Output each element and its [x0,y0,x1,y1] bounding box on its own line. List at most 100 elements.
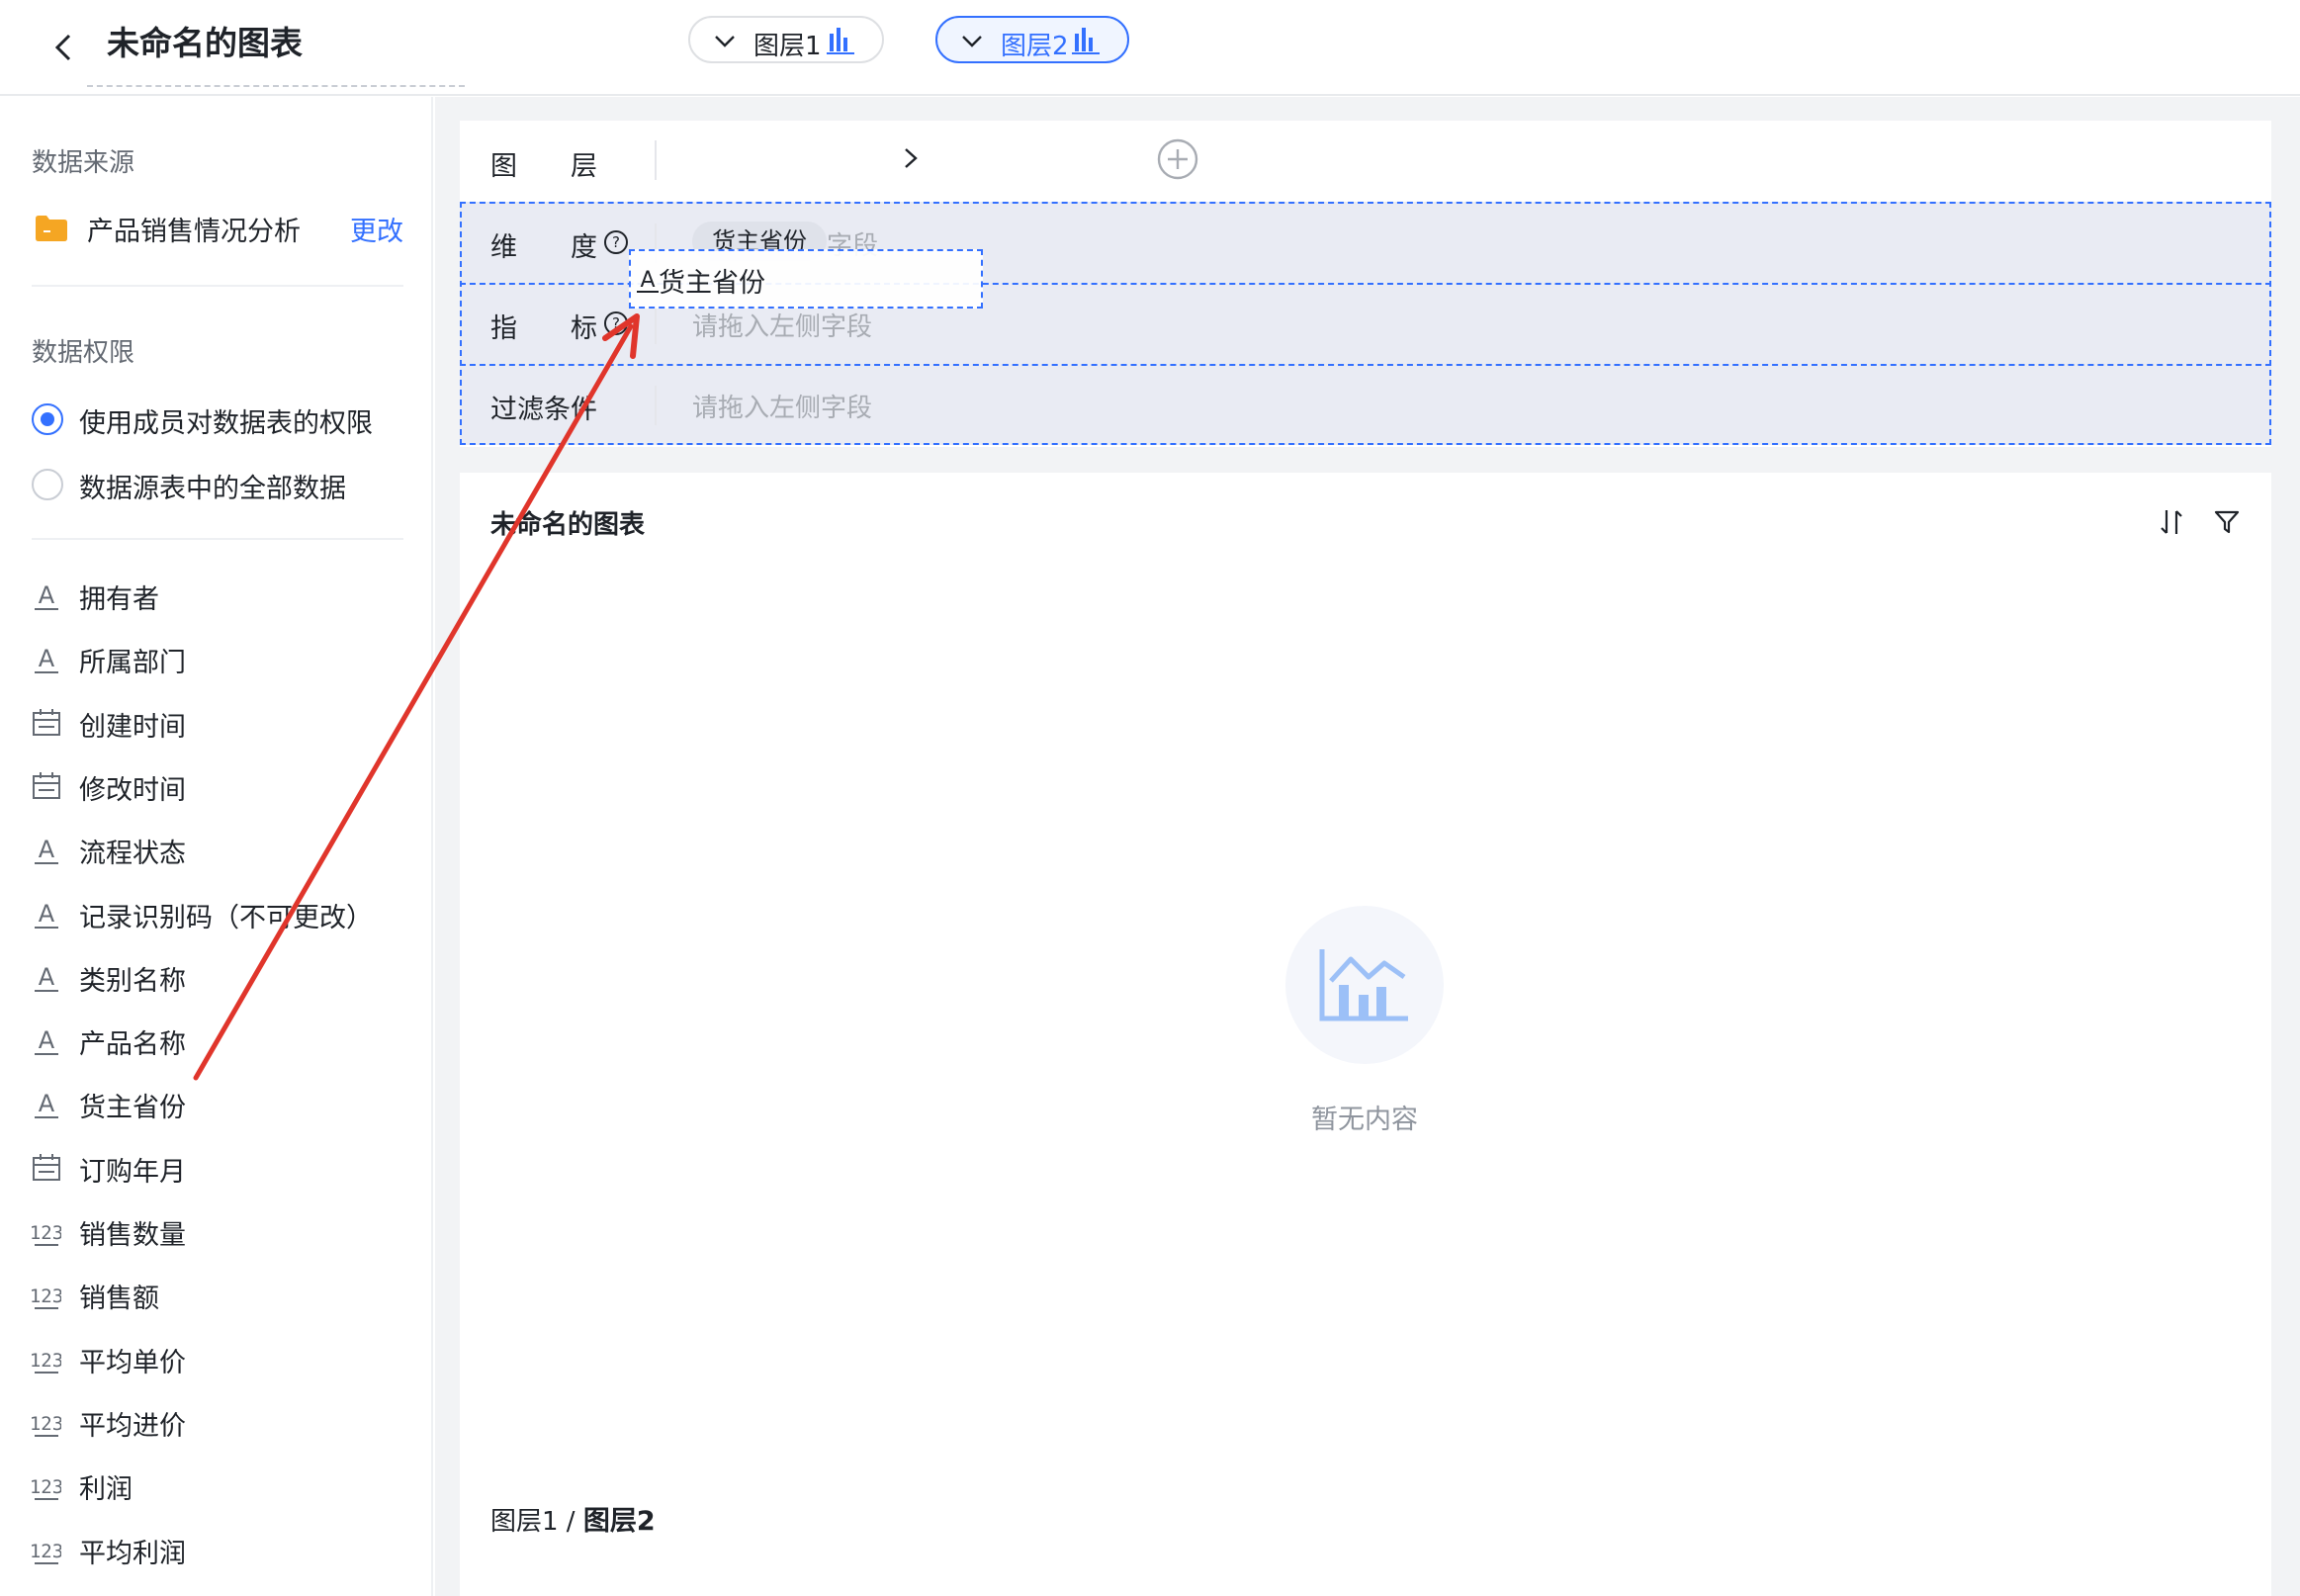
svg-text:A: A [39,581,55,609]
field-item[interactable]: 123 平均进价 [32,1400,417,1444]
sort-icon[interactable] [2156,506,2187,538]
field-label: 销售数量 [79,1220,186,1251]
field-item[interactable]: A 拥有者 [32,574,417,617]
separator [655,140,657,180]
chart-title: 未命名的图表 [490,510,646,540]
drop-divider [460,364,2271,366]
svg-text:123: 123 [32,1541,61,1562]
header-bar: 未命名的图表 [0,0,2300,96]
chevron-right-icon [905,148,918,168]
field-label: 产品名称 [79,1029,186,1061]
permission-option-label: 使用成员对数据表的权限 [79,408,373,439]
breadcrumb-separator: / [558,1507,583,1537]
svg-text:?: ? [612,314,620,332]
field-label: 平均单价 [79,1347,186,1378]
permission-option-member[interactable]: 使用成员对数据表的权限 [32,399,417,439]
date-field-icon [33,771,60,799]
dragging-field-label: 货主省份 [659,268,765,299]
metric-label: 指 标 [490,313,597,344]
field-label: 创建时间 [79,711,186,743]
permission-heading: 数据权限 [32,338,135,368]
layer-tab-2[interactable]: 图层2 [935,16,1129,63]
folder-icon [36,216,67,241]
filter-placeholder: 请拖入左侧字段 [692,394,873,423]
divider [32,285,403,287]
field-label: 利润 [79,1474,133,1506]
svg-text:123: 123 [32,1476,61,1498]
bar-chart-icon [827,28,854,54]
layer-tab-label: 图层1 [753,32,822,61]
number-field-icon: 123 [32,1541,61,1564]
date-field-icon [33,1153,60,1181]
field-item[interactable]: 123 利润 [32,1463,417,1507]
filter-label: 过滤条件 [490,395,597,425]
field-item[interactable]: A 所属部门 [32,637,417,680]
svg-text:A: A [640,268,655,293]
text-field-icon: A [35,1026,58,1056]
field-item[interactable]: A 类别名称 [32,955,417,999]
field-item[interactable]: A 记录识别码（不可更改） [32,892,417,935]
field-item[interactable]: 修改时间 [32,764,417,808]
text-field-icon: A [35,900,58,929]
help-icon[interactable]: ? [603,310,629,336]
permission-option-all[interactable]: 数据源表中的全部数据 [32,465,417,504]
permission-option-label: 数据源表中的全部数据 [79,474,346,504]
layer-tab-1[interactable]: 图层1 [688,16,884,63]
empty-chart-icon [1319,949,1408,1021]
field-label: 记录识别码（不可更改） [79,902,373,933]
field-label: 销售额 [79,1284,159,1315]
chevron-down-icon[interactable] [961,30,983,51]
svg-text:A: A [39,900,55,928]
layer-row [460,121,2271,202]
breadcrumb-layer1[interactable]: 图层1 [490,1507,559,1537]
empty-state-text: 暂无内容 [1311,1105,1418,1135]
date-field-icon [33,708,60,736]
number-field-icon: 123 [32,1350,61,1374]
field-label: 货主省份 [79,1093,186,1124]
field-item[interactable]: A 流程状态 [32,828,417,871]
field-item[interactable]: 123 平均利润 [32,1528,417,1571]
field-item[interactable]: A 产品名称 [32,1019,417,1062]
back-arrow-icon[interactable] [47,28,81,67]
field-item[interactable]: A 货主省份 [32,1082,417,1125]
help-icon[interactable]: ? [603,229,629,255]
title-edit-underline [87,85,465,87]
svg-text:A: A [39,836,55,863]
svg-text:?: ? [612,233,620,251]
layer-breadcrumb: 图层1 / 图层2 [490,1499,656,1538]
number-field-icon: 123 [32,1222,61,1246]
data-source-row: 产品销售情况分析 更改 [32,208,403,247]
text-field-icon: A [35,645,58,674]
chevron-down-icon[interactable] [714,30,736,51]
add-layer-icon[interactable] [1157,138,1198,180]
field-item[interactable]: 123 销售额 [32,1273,417,1316]
separator [655,386,657,425]
field-label: 订购年月 [79,1156,186,1188]
text-field-icon: A [35,963,58,992]
radio-selected[interactable] [32,403,63,435]
svg-text:A: A [39,1090,55,1117]
bar-chart-icon [1072,28,1100,54]
dragging-field-ghost: A 货主省份 [629,249,983,309]
svg-text:123: 123 [32,1413,61,1435]
data-source-name: 产品销售情况分析 [87,217,301,247]
radio-unselected[interactable] [32,469,63,500]
field-item[interactable]: 123 销售数量 [32,1209,417,1253]
field-label: 类别名称 [79,965,186,997]
svg-text:A: A [39,1026,55,1054]
change-data-source-link[interactable]: 更改 [350,210,403,248]
field-label: 流程状态 [79,839,186,870]
field-label: 平均进价 [79,1410,186,1442]
svg-text:123: 123 [32,1286,61,1307]
svg-text:123: 123 [32,1350,61,1372]
text-field-icon: A [637,268,659,293]
filter-icon[interactable] [2213,508,2241,536]
page-title[interactable]: 未命名的图表 [107,20,303,67]
field-item[interactable]: 订购年月 [32,1146,417,1190]
text-field-icon: A [35,836,58,865]
divider [32,538,403,540]
field-item[interactable]: 创建时间 [32,701,417,745]
field-item[interactable]: 123 平均单价 [32,1337,417,1380]
number-field-icon: 123 [32,1286,61,1310]
field-label: 所属部门 [79,648,186,679]
